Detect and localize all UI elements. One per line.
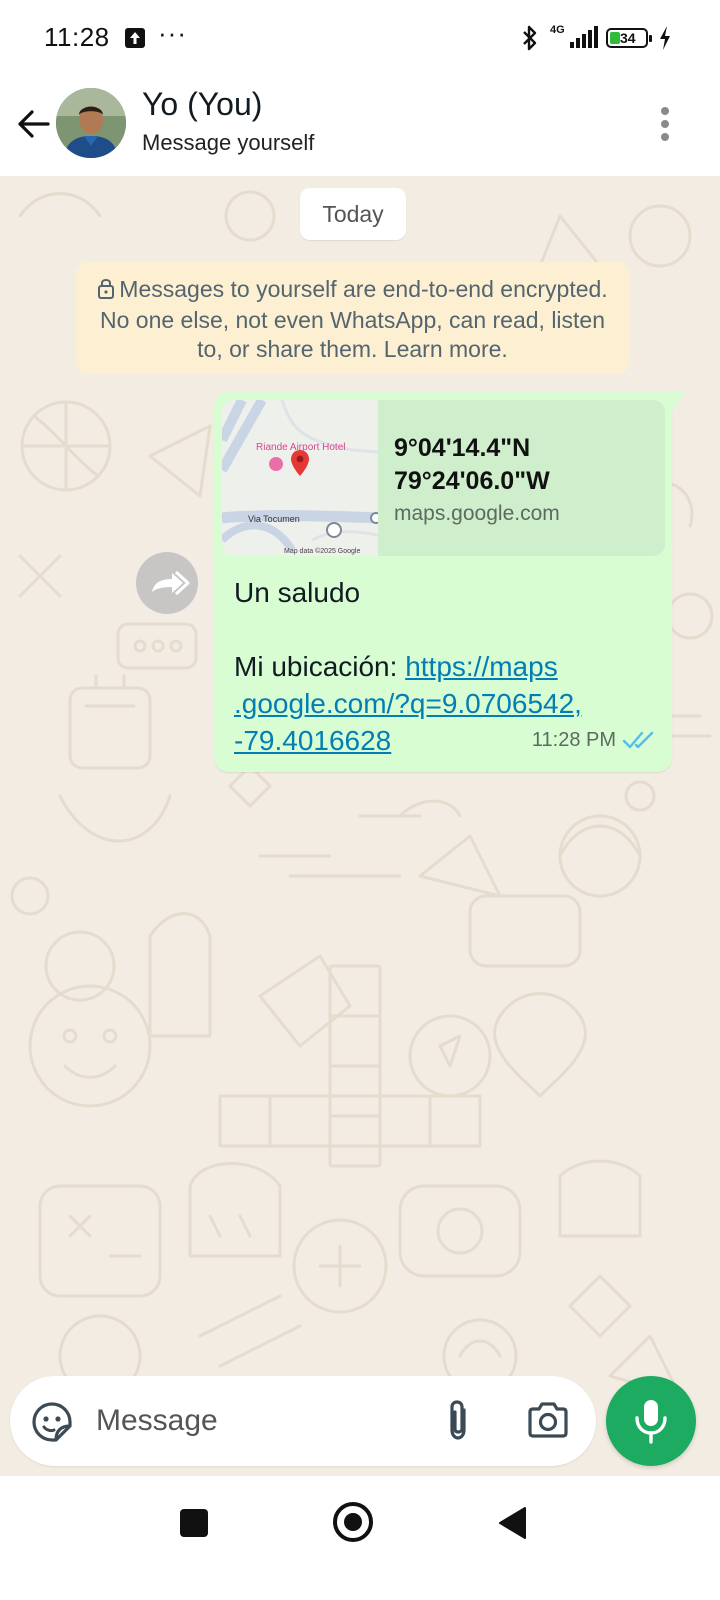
contact-subtitle: Message yourself — [142, 130, 315, 155]
maps-link-part-2[interactable]: .google.com/?q=9.0706542, — [234, 685, 582, 722]
outgoing-message-bubble[interactable]: Riande Airport Hotel Via Tocumen Map dat… — [214, 392, 686, 772]
message-location-line: Mi ubicación: https://maps — [234, 648, 582, 685]
system-back-button[interactable] — [497, 1506, 527, 1540]
mic-icon — [635, 1400, 667, 1444]
home-button[interactable] — [333, 1502, 373, 1542]
sticker-button[interactable] — [30, 1400, 74, 1444]
charging-icon — [658, 25, 672, 56]
preview-domain: maps.google.com — [394, 502, 560, 525]
message-text: Un saludo Mi ubicación: https://maps .go… — [234, 574, 582, 759]
battery-level: 34 — [620, 30, 636, 46]
forward-button[interactable] — [136, 552, 198, 614]
message-composer — [10, 1376, 596, 1466]
map-place-label: Riande Airport Hotel — [256, 442, 346, 453]
camera-icon — [528, 1402, 568, 1438]
sticker-icon — [32, 1402, 72, 1442]
avatar[interactable] — [56, 88, 126, 158]
status-bar: 11:28 ··· 4G 34 — [0, 0, 720, 76]
battery-icon: 34 — [606, 28, 652, 48]
paperclip-icon — [450, 1400, 466, 1440]
chat-header: Yo (You) Message yourself — [0, 76, 720, 176]
network-type: 4G — [550, 24, 565, 36]
more-vert-icon — [661, 107, 669, 115]
link-preview-card[interactable]: Riande Airport Hotel Via Tocumen Map dat… — [222, 400, 665, 556]
forward-icon — [152, 570, 190, 596]
maps-link-part-3[interactable]: -79.4016628 — [234, 722, 582, 759]
bluetooth-icon — [520, 24, 540, 57]
location-prefix: Mi ubicación: — [234, 651, 406, 682]
message-input[interactable] — [96, 1396, 416, 1446]
chat-area[interactable]: Today Messages to yourself are end-to-en… — [0, 176, 720, 1480]
preview-coordinates[interactable]: 9°04'14.4"N 79°24'06.0"W — [394, 432, 550, 498]
more-options-button[interactable] — [650, 102, 680, 146]
more-notifications-icon: ··· — [158, 18, 187, 48]
back-button[interactable] — [14, 104, 54, 144]
upload-icon — [125, 28, 145, 48]
maps-link-part-1[interactable]: https://maps — [405, 651, 558, 682]
voice-message-button[interactable] — [606, 1376, 696, 1466]
lock-icon — [97, 277, 115, 306]
map-credit: Map data ©2025 Google — [284, 547, 360, 555]
map-thumbnail[interactable]: Riande Airport Hotel Via Tocumen Map dat… — [222, 400, 378, 556]
message-greeting: Un saludo — [234, 577, 361, 608]
encryption-notice-text: Messages to yourself are end-to-end encr… — [99, 276, 608, 362]
contact-name[interactable]: Yo (You) — [142, 86, 262, 123]
arrow-left-icon — [18, 110, 50, 138]
date-divider: Today — [300, 188, 406, 240]
map-road-label: Via Tocumen — [248, 514, 300, 524]
attach-button[interactable] — [440, 1398, 476, 1444]
encryption-notice[interactable]: Messages to yourself are end-to-end encr… — [76, 262, 629, 374]
signal-icon — [570, 26, 600, 55]
camera-button[interactable] — [526, 1400, 570, 1440]
bubble-tail — [672, 392, 686, 410]
double-check-icon — [622, 731, 654, 749]
system-nav-bar — [0, 1476, 720, 1600]
status-time: 11:28 — [44, 22, 110, 52]
recents-button[interactable] — [180, 1509, 208, 1537]
message-timestamp: 11:28 PM — [531, 729, 616, 751]
